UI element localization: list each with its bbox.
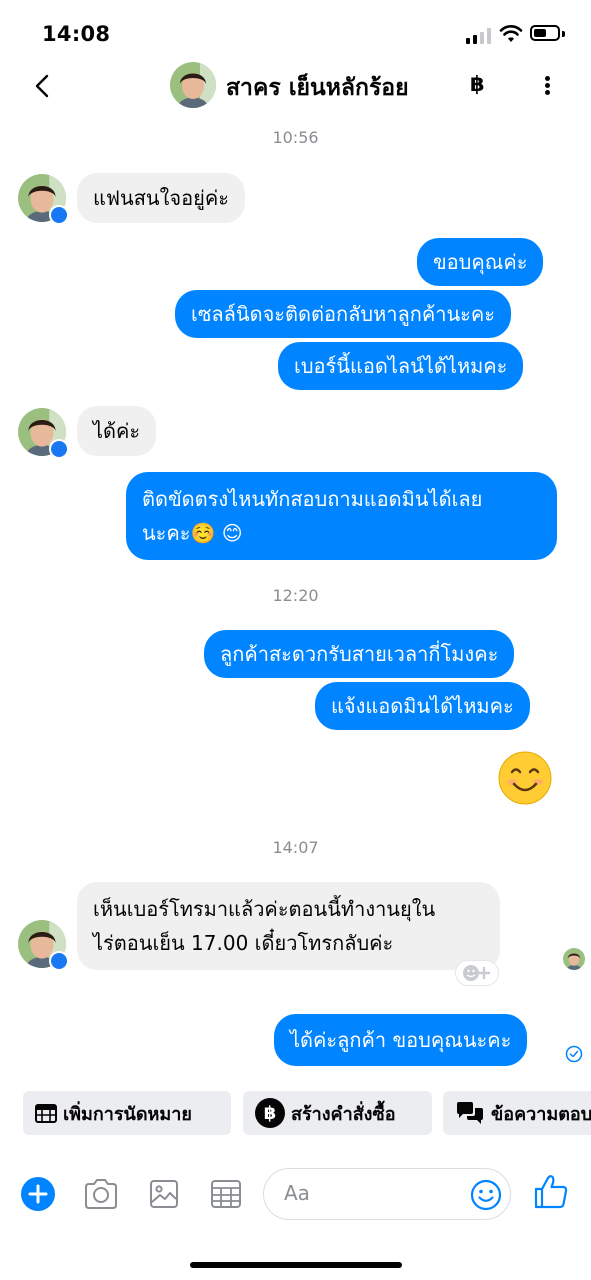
status-time: 14:08 [42,22,111,46]
baht-icon: ฿ [255,1098,285,1128]
message-line: ติดขัดตรงไหนทักสอบถามแอดมินได้เลย [142,487,483,511]
baht-icon[interactable]: ฿ [470,72,485,96]
back-button[interactable] [26,70,58,102]
incoming-message[interactable]: ได้ค่ะ [77,406,157,456]
outgoing-message[interactable]: ขอบคุณค่ะ [417,238,544,286]
incoming-message[interactable]: เห็นเบอร์โทรมาแล้วค่ะตอนนี้ทำงานยุใน ไร่… [77,882,500,970]
calendar-icon[interactable] [208,1176,244,1212]
add-appointment-button[interactable]: เพิ่มการนัดหมาย [23,1091,231,1135]
read-receipt-avatar [563,948,585,970]
emoji-icon[interactable] [470,1179,502,1211]
timestamp: 14:07 [272,838,319,857]
contact-name[interactable]: สาคร เย็นหลักร้อย [226,70,409,106]
outgoing-message[interactable]: เบอร์นี้แอดไลน์ได้ไหมคะ [278,342,524,390]
incoming-message[interactable]: แฟนสนใจอยู่ค่ะ [77,173,245,223]
messenger-badge-icon [49,951,69,971]
saved-replies-button[interactable]: ข้อความตอบกลับ [443,1091,591,1135]
message-line: เห็นเบอร์โทรมาแล้วค่ะตอนนี้ทำงานยุใน [93,897,436,921]
outgoing-message[interactable]: ลูกค้าสะดวกรับสายเวลากี่โมงคะ [204,630,515,678]
chip-label: สร้างคำสั่งซื้อ [291,1103,396,1125]
outgoing-message[interactable]: ได้ค่ะลูกค้า ขอบคุณนะคะ [274,1014,528,1066]
timestamp: 10:56 [272,128,319,147]
emoji: ☺️ 😊 [190,521,243,545]
outgoing-message[interactable]: เซลล์นิดจะติดต่อกลับหาลูกค้านะคะ [175,290,512,338]
reaction-add-icon[interactable] [455,960,499,986]
like-icon[interactable] [533,1174,569,1210]
message-composer[interactable] [263,1168,511,1220]
emoji-message[interactable] [497,750,553,806]
image-icon[interactable] [146,1176,182,1212]
chat-bubbles-icon [455,1101,485,1125]
create-order-button[interactable]: ฿ สร้างคำสั่งซื้อ [243,1091,432,1135]
battery-cap [562,31,565,37]
outgoing-message[interactable]: ติดขัดตรงไหนทักสอบถามแอดมินได้เลย นะคะ☺️… [126,472,557,560]
timestamp: 12:20 [272,586,319,605]
back-chevron-icon [35,74,49,98]
message-line: ไร่ตอนเย็น 17.00 เดี๋ยวโทรกลับค่ะ [93,931,394,955]
signal-icon [466,28,492,44]
messenger-badge-icon [49,439,69,459]
outgoing-message[interactable]: แจ้งแอดมินได้ไหมคะ [315,682,530,730]
contact-avatar[interactable] [170,62,216,108]
messenger-badge-icon [49,205,69,225]
wifi-icon [499,25,523,42]
battery-icon [530,25,560,41]
sent-check-icon [565,1045,583,1063]
more-vertical-icon[interactable] [535,70,559,100]
message-line: นะคะ☺️ 😊 [142,521,243,545]
camera-icon[interactable] [83,1176,119,1212]
calendar-icon [35,1103,57,1123]
add-icon[interactable] [20,1176,56,1212]
chip-label: ข้อความตอบกลับ [491,1103,591,1125]
chip-label: เพิ่มการนัดหมาย [63,1103,192,1125]
message-input[interactable] [284,1181,454,1205]
home-indicator [190,1262,402,1268]
